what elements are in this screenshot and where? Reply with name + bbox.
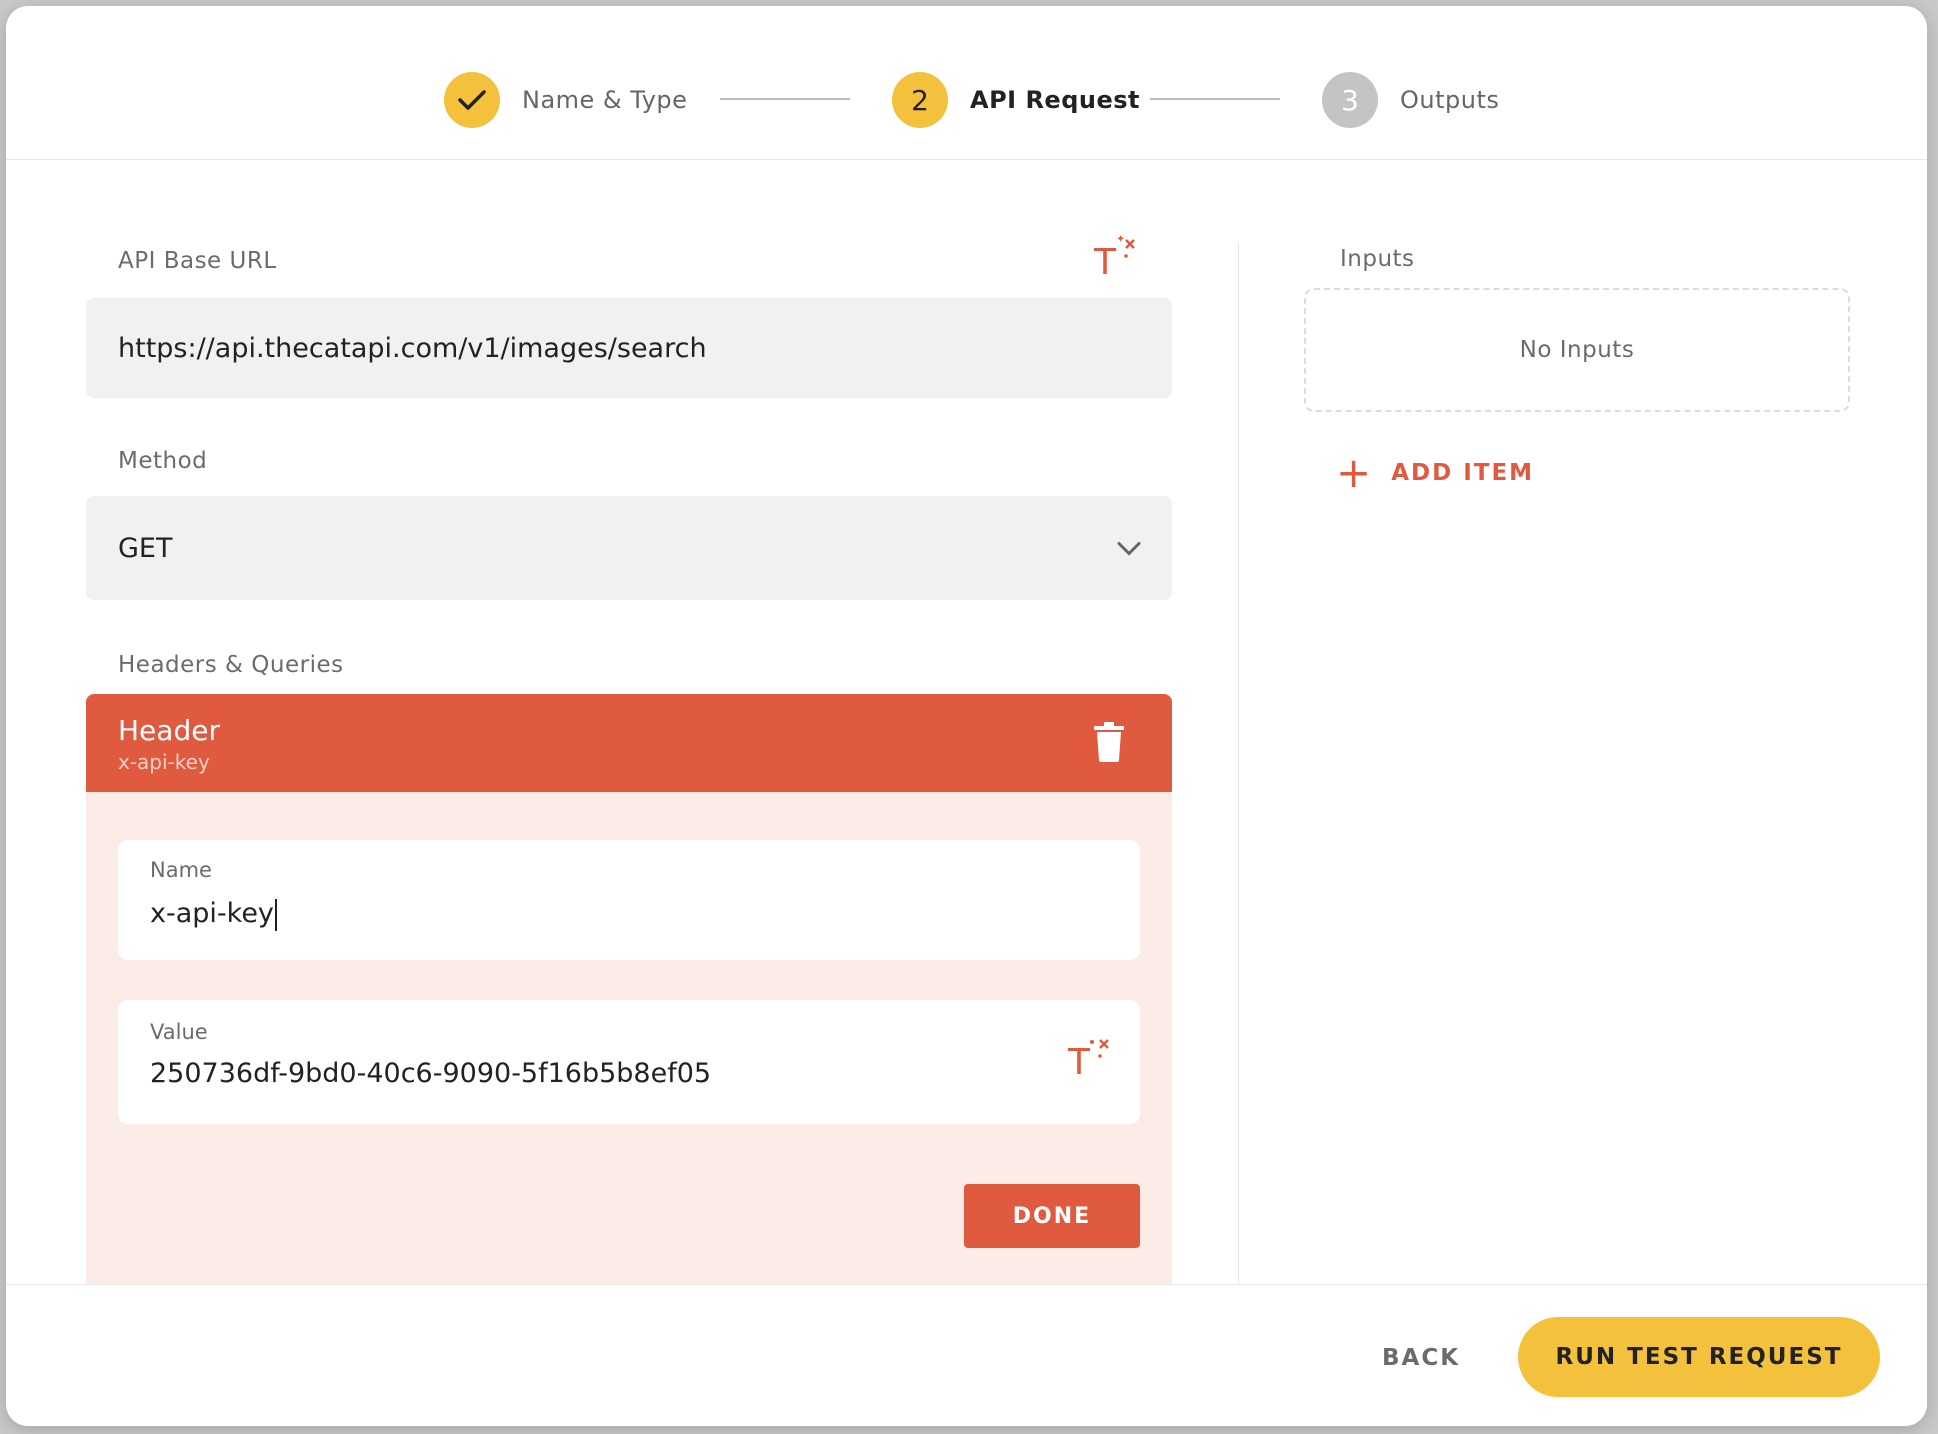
step-api-request[interactable]: 2 API Request [892, 72, 1140, 128]
inputs-label: Inputs [1340, 246, 1415, 272]
method-value: GET [118, 532, 173, 564]
headers-queries-label: Headers & Queries [118, 652, 344, 678]
step-connector [720, 98, 850, 100]
api-base-url-label: API Base URL [118, 248, 277, 274]
header-name-input[interactable]: x-api-key [150, 898, 277, 931]
no-inputs-text: No Inputs [1519, 337, 1635, 363]
plus-icon: + [1336, 448, 1374, 497]
api-base-url-value: https://api.thecatapi.com/v1/images/sear… [118, 332, 707, 364]
modal-footer: BACK RUN TEST REQUEST [6, 1284, 1927, 1426]
header-value-field[interactable]: Value 250736df-9bd0-40c6-9090-5f16b5b8ef… [118, 1000, 1140, 1124]
header-name-field[interactable]: Name x-api-key [118, 840, 1140, 960]
check-icon [444, 72, 500, 128]
step-label: Outputs [1400, 86, 1500, 114]
header-subtitle: x-api-key [118, 750, 210, 774]
header-item: Header x-api-key Name x-api-key Value 25… [86, 694, 1172, 1284]
text-caret [274, 898, 277, 931]
add-item-button[interactable]: + ADD ITEM [1336, 452, 1534, 494]
step-label: API Request [970, 86, 1141, 114]
header-item-bar[interactable]: Header x-api-key [86, 694, 1172, 792]
header-type: Header [118, 714, 220, 747]
add-item-label: ADD ITEM [1391, 460, 1535, 486]
header-name-label: Name [150, 858, 212, 882]
create-api-modal: Name & Type 2 API Request 3 Outputs API … [6, 6, 1927, 1426]
step-number: 2 [892, 72, 948, 128]
run-test-request-button[interactable]: RUN TEST REQUEST [1518, 1317, 1880, 1397]
step-connector [1150, 98, 1280, 100]
step-name-type[interactable]: Name & Type [444, 72, 687, 128]
stepper: Name & Type 2 API Request 3 Outputs [6, 6, 1927, 160]
method-select[interactable]: GET [86, 496, 1172, 600]
inputs-empty-box: No Inputs [1304, 288, 1850, 412]
svg-text:T: T [1067, 1042, 1091, 1078]
step-label: Name & Type [522, 86, 688, 114]
trash-icon[interactable] [1094, 722, 1124, 766]
column-divider [1238, 242, 1239, 1284]
back-button[interactable]: BACK [1382, 1345, 1460, 1371]
magic-text-icon[interactable]: T [1092, 234, 1136, 283]
header-value-label: Value [150, 1020, 208, 1044]
header-name-value: x-api-key [150, 898, 274, 929]
method-label: Method [118, 448, 208, 474]
magic-text-icon[interactable]: T [1066, 1034, 1110, 1083]
chevron-down-icon [1116, 533, 1142, 564]
step-number: 3 [1322, 72, 1378, 128]
svg-text:T: T [1093, 242, 1117, 278]
done-button[interactable]: DONE [964, 1184, 1140, 1248]
header-value-input[interactable]: 250736df-9bd0-40c6-9090-5f16b5b8ef05 [150, 1058, 711, 1089]
api-base-url-input[interactable]: https://api.thecatapi.com/v1/images/sear… [86, 298, 1172, 398]
step-outputs[interactable]: 3 Outputs [1322, 72, 1499, 128]
